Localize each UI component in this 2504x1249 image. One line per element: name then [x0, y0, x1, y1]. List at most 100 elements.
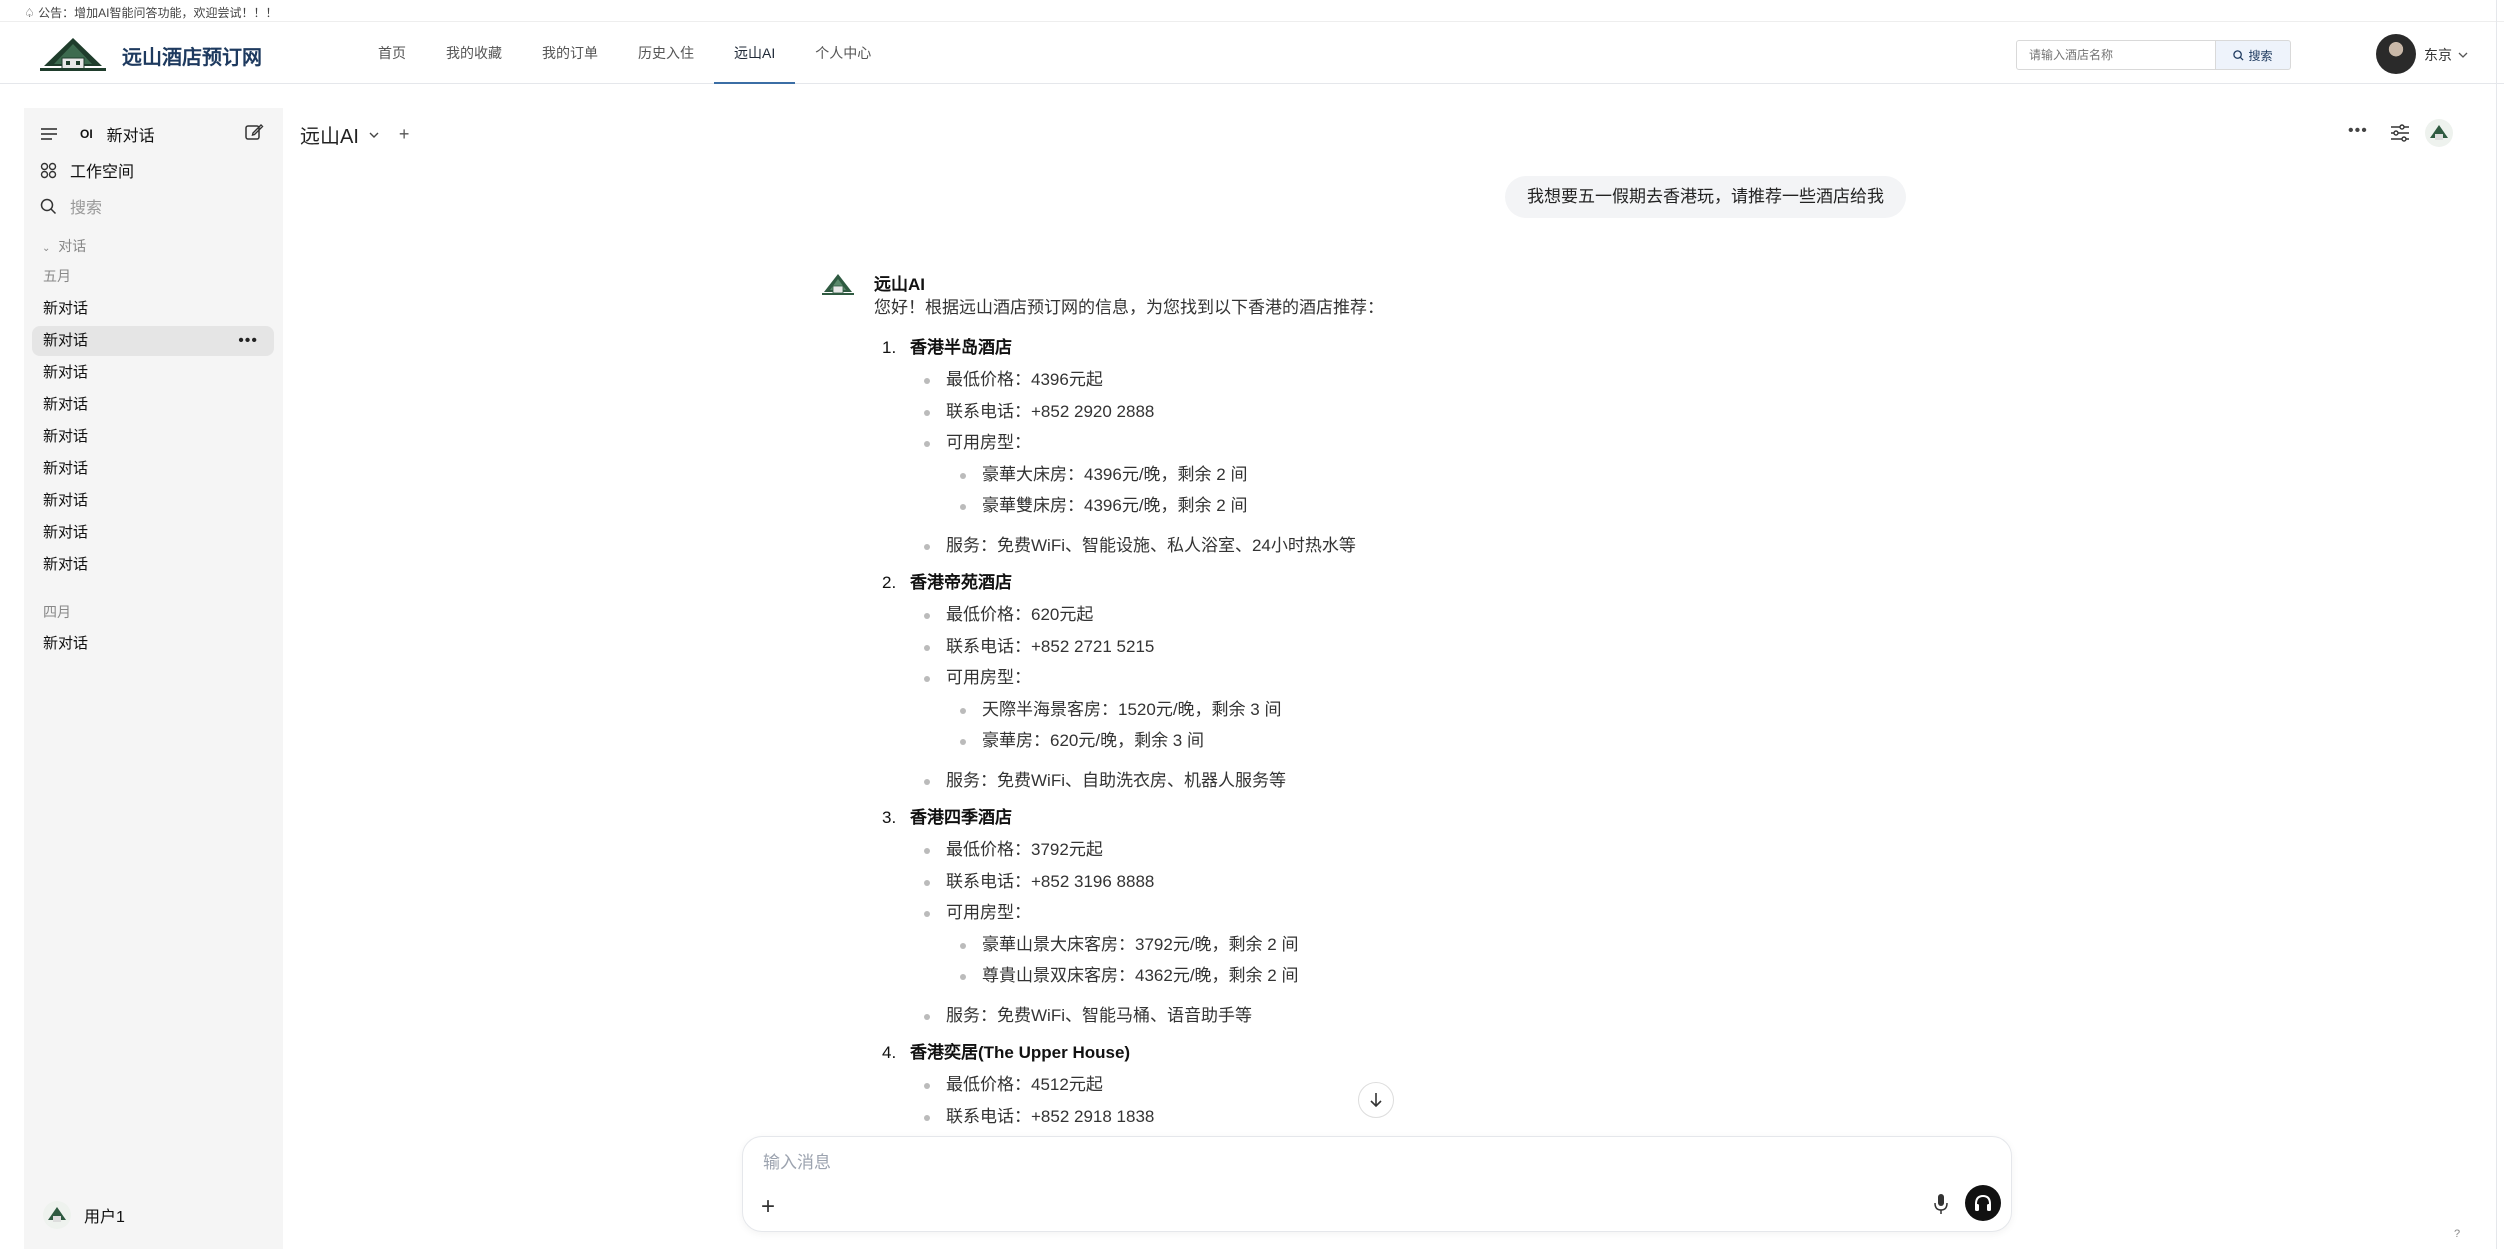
room-type: 豪華山景大床客房：3792元/晚，剩余 2 间 [874, 929, 1974, 961]
sidebar-user[interactable]: 用户1 [42, 1200, 125, 1230]
nav-profile[interactable]: 个人中心 [795, 22, 891, 84]
edit-icon[interactable] [244, 122, 264, 142]
hotel-item: 2. 香港帝苑酒店 最低价格：620元起 联系电话：+852 2721 5215 … [874, 567, 1974, 796]
hotel-title: 2. 香港帝苑酒店 [874, 567, 1974, 599]
add-attachment-icon[interactable]: + [761, 1193, 775, 1221]
hotel-name: 香港四季酒店 [910, 808, 1012, 827]
chat-item-active[interactable]: 新对话 ••• [32, 326, 274, 356]
more-options-icon[interactable]: ••• [2348, 122, 2368, 140]
message-input[interactable] [763, 1153, 1863, 1173]
room-type: 尊貴山景双床客房：4362元/晚，剩余 2 间 [874, 960, 1974, 992]
bell-icon: ♤ [24, 6, 35, 20]
section-chats-label: 对话 [58, 238, 87, 254]
message-composer: + [742, 1136, 2012, 1232]
hotel-rooms-label: 可用房型： [874, 427, 1974, 459]
top-navigation: 远山酒店预订网 首页 我的收藏 我的订单 历史入住 远山AI 个人中心 搜索 东… [0, 22, 2504, 84]
room-type: 豪華雙床房：4396元/晚，剩余 2 间 [874, 490, 1974, 522]
search-button[interactable]: 搜索 [2215, 40, 2291, 70]
hotel-phone: 联系电话：+852 3196 8888 [874, 866, 1974, 898]
hotel-item: 1. 香港半岛酒店 最低价格：4396元起 联系电话：+852 2920 2888… [874, 332, 1974, 561]
nav-home[interactable]: 首页 [358, 22, 426, 84]
new-chat-label[interactable]: 新对话 [107, 122, 155, 146]
chat-item[interactable]: 新对话 [32, 422, 274, 452]
search-icon [40, 198, 57, 214]
hotel-price: 最低价格：4396元起 [874, 364, 1974, 396]
hotel-item: 4. 香港奕居(The Upper House) 最低价格：4512元起 联系电话… [874, 1037, 1974, 1132]
ai-name: 远山AI [874, 275, 925, 294]
search-icon [2233, 49, 2245, 61]
hotel-name: 香港帝苑酒店 [910, 573, 1012, 592]
microphone-icon[interactable] [1933, 1193, 1949, 1215]
room-type: 豪華大床房：4396元/晚，剩余 2 间 [874, 459, 1974, 491]
sidebar-header: OI 新对话 [40, 122, 155, 146]
announcement-bar: ♤ 公告：增加AI智能问答功能，欢迎尝试！！！ [0, 0, 2504, 22]
sidebar-search-placeholder: 搜索 [70, 200, 103, 217]
hotel-item: 3. 香港四季酒店 最低价格：3792元起 联系电话：+852 3196 8888… [874, 802, 1974, 1031]
chevron-down-icon [369, 132, 379, 138]
list-number: 2. [882, 573, 897, 592]
hotel-phone: 联系电话：+852 2920 2888 [874, 396, 1974, 428]
list-number: 3. [882, 808, 897, 827]
group-april: 四月 [43, 604, 71, 620]
hotel-service: 服务：免费WiFi、智能设施、私人浴室、24小时热水等 [874, 530, 1974, 562]
hotel-name: 香港奕居(The Upper House) [910, 1043, 1131, 1062]
settings-sliders-icon[interactable] [2390, 124, 2410, 142]
nav-history[interactable]: 历史入住 [618, 22, 714, 84]
scroll-to-bottom-button[interactable] [1358, 1082, 1394, 1118]
chat-item[interactable]: 新对话 [32, 486, 274, 516]
hotel-phone: 联系电话：+852 2721 5215 [874, 631, 1974, 663]
user-menu[interactable]: 东京 [2424, 45, 2468, 65]
add-model-icon[interactable]: + [399, 124, 410, 145]
nav-favorites[interactable]: 我的收藏 [426, 22, 522, 84]
more-options-icon[interactable]: ••• [238, 326, 258, 356]
nav-orders[interactable]: 我的订单 [522, 22, 618, 84]
hotel-phone: 联系电话：+852 2918 1838 [874, 1101, 1974, 1133]
chat-item[interactable]: 新对话 [32, 454, 274, 484]
list-number: 4. [882, 1043, 897, 1062]
site-logo[interactable] [40, 36, 106, 72]
chat-item[interactable]: 新对话 [32, 629, 274, 659]
chat-item[interactable]: 新对话 [32, 294, 274, 324]
hotel-title: 4. 香港奕居(The Upper House) [874, 1037, 1974, 1069]
user-message: 我想要五一假期去香港玩，请推荐一些酒店给我 [1505, 176, 1906, 218]
workspace-link[interactable]: 工作空间 [40, 158, 134, 182]
profile-icon[interactable] [2424, 118, 2454, 148]
chat-item[interactable]: 新对话 [32, 518, 274, 548]
ai-avatar [822, 274, 854, 295]
chat-item[interactable]: 新对话 [32, 550, 274, 580]
sidebar: OI 新对话 工作空间 搜索 ⌄ 对话 五月 新对话 新对话 ••• 新对话 新… [24, 108, 283, 1249]
voice-mode-button[interactable] [1965, 1185, 2001, 1221]
user-avatar[interactable] [2376, 34, 2416, 74]
help-button[interactable]: ? [2454, 1228, 2460, 1240]
room-type: 豪華房：620元/晚，剩余 3 间 [874, 725, 1974, 757]
nav-ai[interactable]: 远山AI [714, 22, 796, 84]
workspace-label: 工作空间 [70, 164, 135, 181]
chevron-down-icon: ⌄ [42, 243, 51, 254]
section-chats[interactable]: ⌄ 对话 [42, 236, 86, 256]
hotel-price: 最低价格：620元起 [874, 599, 1974, 631]
user-name: 东京 [2424, 47, 2452, 63]
nav-links: 首页 我的收藏 我的订单 历史入住 远山AI 个人中心 [358, 22, 891, 84]
sidebar-search[interactable]: 搜索 [40, 194, 102, 218]
chat-item[interactable]: 新对话 [32, 358, 274, 388]
site-title[interactable]: 远山酒店预订网 [122, 41, 262, 70]
chevron-down-icon [2458, 52, 2468, 58]
hotel-title: 3. 香港四季酒店 [874, 802, 1974, 834]
menu-icon[interactable] [40, 127, 58, 141]
search-button-label: 搜索 [2248, 48, 2273, 63]
hotel-service: 服务：免费WiFi、自助洗衣房、机器人服务等 [874, 765, 1974, 797]
hotel-price: 最低价格：3792元起 [874, 834, 1974, 866]
grid-icon [40, 162, 57, 178]
ai-response: 您好！根据远山酒店预订网的信息，为您找到以下香港的酒店推荐： 1. 香港半岛酒店 … [874, 298, 1974, 1132]
hotel-search-input[interactable] [2016, 40, 2216, 70]
chat-item-label: 新对话 [43, 332, 89, 349]
hotel-rooms-label: 可用房型： [874, 897, 1974, 929]
headphones-icon [1975, 1194, 1991, 1211]
room-type: 天際半海景客房：1520元/晚，剩余 3 间 [874, 694, 1974, 726]
hotel-name: 香港半岛酒店 [910, 338, 1012, 357]
arrow-down-icon [1370, 1093, 1382, 1108]
user-avatar-icon [43, 1201, 71, 1229]
model-name: 远山AI [300, 126, 359, 148]
chat-item[interactable]: 新对话 [32, 390, 274, 420]
model-selector[interactable]: 远山AI + [300, 120, 409, 149]
